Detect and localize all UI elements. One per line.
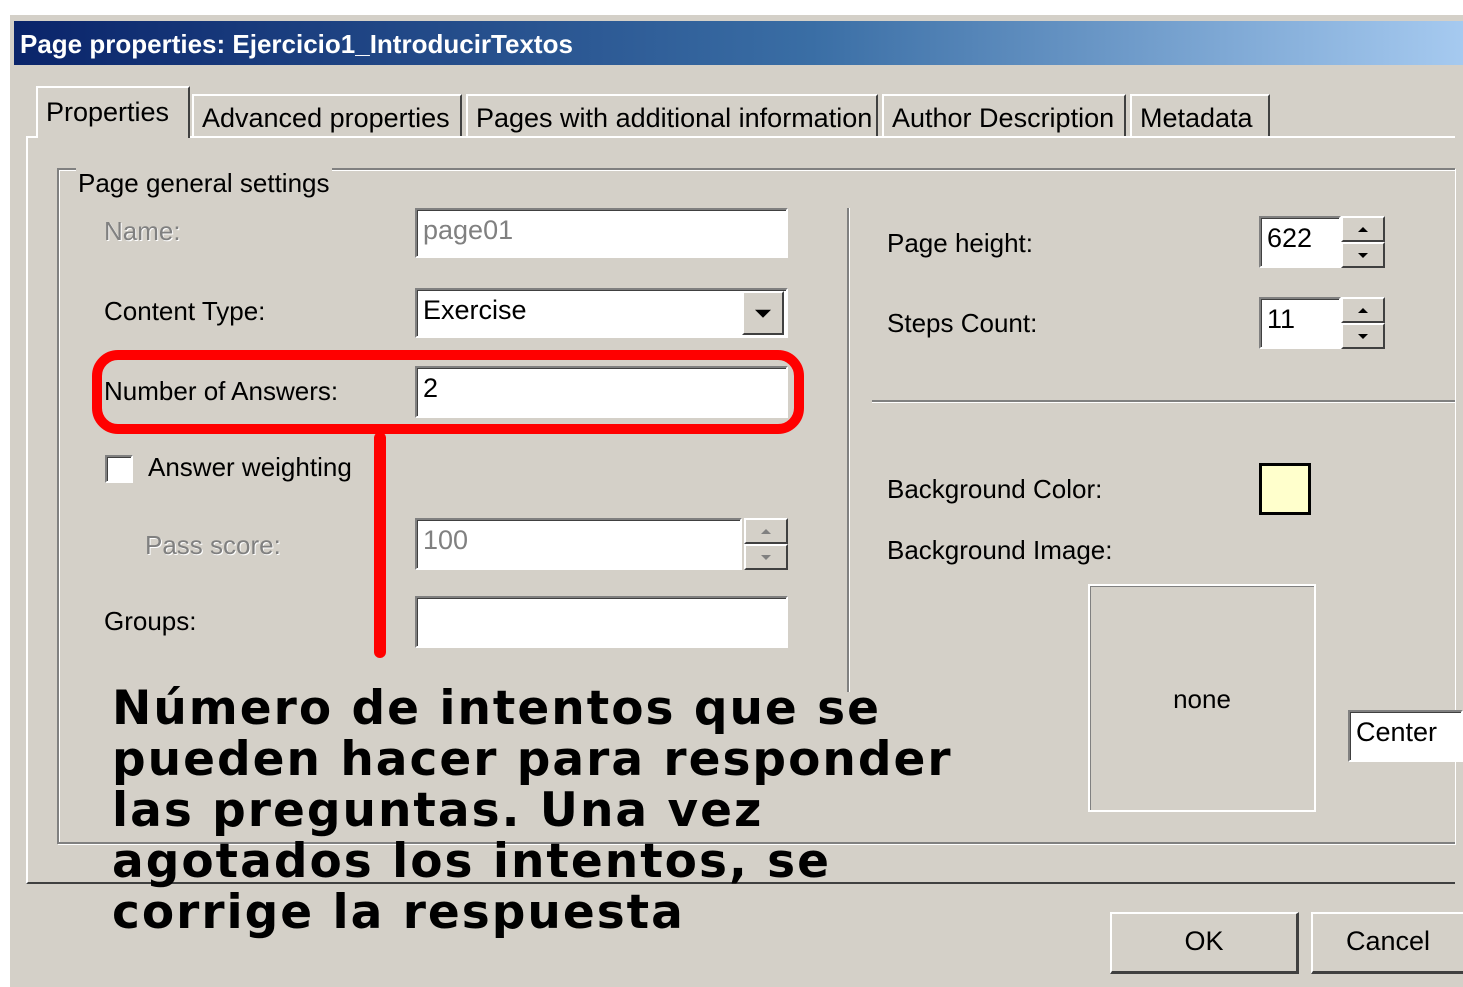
pass-score-increment-button[interactable] — [744, 518, 788, 544]
name-label: Name: — [104, 216, 181, 246]
vertical-divider — [847, 208, 850, 692]
page-height-label: Page height: — [887, 228, 1034, 258]
background-color-label: Background Color: — [887, 474, 1103, 504]
answer-weighting-checkbox[interactable] — [105, 455, 133, 483]
window-title: Page properties: Ejercicio1_IntroducirTe… — [20, 29, 573, 59]
tab-pages-additional-information[interactable]: Pages with additional information — [466, 94, 878, 138]
highlight-box — [92, 350, 804, 434]
content-type-select[interactable]: Exercise — [415, 288, 788, 338]
pass-score-field[interactable]: 100 — [415, 518, 742, 570]
content-type-value: Exercise — [423, 295, 527, 325]
tab-properties[interactable]: Properties — [36, 86, 190, 138]
steps-count-label: Steps Count: — [887, 308, 1038, 338]
arrow-up-icon — [1358, 227, 1368, 232]
name-field[interactable]: page01 — [415, 208, 788, 258]
chevron-down-icon — [755, 309, 771, 318]
answer-weighting-label: Answer weighting — [148, 452, 352, 482]
groups-field[interactable] — [415, 596, 788, 648]
arrow-down-icon — [761, 555, 771, 560]
title-bar[interactable]: Page properties: Ejercicio1_IntroducirTe… — [14, 21, 1463, 65]
pass-score-decrement-button[interactable] — [744, 544, 788, 570]
tab-advanced-properties[interactable]: Advanced properties — [192, 94, 462, 138]
cancel-button-label: Cancel — [1345, 926, 1431, 956]
steps-count-decrement-button[interactable] — [1341, 323, 1385, 349]
arrow-down-icon — [1358, 253, 1368, 258]
group-legend: Page general settings — [76, 168, 332, 199]
groups-label: Groups: — [104, 606, 197, 636]
arrow-up-icon — [1358, 308, 1368, 313]
pass-score-label: Pass score: — [145, 530, 281, 560]
background-image-preview[interactable]: none — [1088, 584, 1316, 812]
ok-button-label: OK — [1184, 926, 1224, 956]
background-image-label: Background Image: — [887, 535, 1113, 565]
horizontal-divider — [872, 400, 1455, 403]
background-image-value: none — [1173, 684, 1231, 714]
arrow-up-icon — [761, 529, 771, 534]
page-height-decrement-button[interactable] — [1341, 242, 1385, 268]
tab-metadata[interactable]: Metadata — [1130, 94, 1270, 138]
image-alignment-select[interactable]: Center — [1348, 710, 1463, 762]
background-color-swatch[interactable] — [1259, 463, 1311, 515]
tab-author-description[interactable]: Author Description — [882, 94, 1126, 138]
annotation-text: Número de intentos que se pueden hacer p… — [112, 681, 953, 940]
cancel-button[interactable]: Cancel — [1311, 912, 1463, 974]
ok-button[interactable]: OK — [1110, 912, 1299, 974]
steps-count-increment-button[interactable] — [1341, 297, 1385, 323]
highlight-connector — [374, 432, 386, 658]
page-height-increment-button[interactable] — [1341, 216, 1385, 242]
content-type-label: Content Type: — [104, 296, 266, 326]
content-type-dropdown-button[interactable] — [742, 291, 784, 335]
arrow-down-icon — [1358, 334, 1368, 339]
page-height-field[interactable]: 622 — [1259, 216, 1341, 268]
steps-count-field[interactable]: 11 — [1259, 297, 1341, 349]
